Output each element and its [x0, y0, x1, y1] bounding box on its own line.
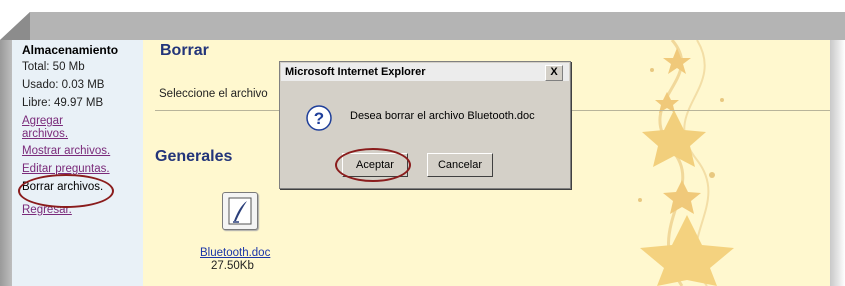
- show-files-link[interactable]: Mostrar archivos.: [22, 145, 110, 158]
- dialog-close-button[interactable]: X: [545, 65, 563, 81]
- svg-text:?: ?: [314, 109, 324, 128]
- dialog-titlebar: Microsoft Internet Explorer X: [281, 63, 569, 81]
- cancel-button[interactable]: Cancelar: [427, 153, 493, 177]
- dialog-message: Desea borrar el archivo Bluetooth.doc: [350, 110, 535, 122]
- section-title: Generales: [155, 148, 233, 165]
- storage-total: Total: 50 Mb: [22, 61, 85, 73]
- quill-icon: [228, 197, 252, 225]
- frame-top-bevel: [0, 12, 845, 40]
- page-title: Borrar: [160, 42, 209, 59]
- add-files-link-line1: Agregar: [22, 115, 63, 127]
- frame-right: [830, 40, 845, 286]
- file-size: 27.50Kb: [211, 260, 254, 272]
- add-files-link[interactable]: Agregar archivos.: [22, 115, 68, 141]
- question-icon: ?: [306, 105, 332, 131]
- dialog-title: Microsoft Internet Explorer: [285, 66, 426, 78]
- document-icon[interactable]: [222, 192, 258, 230]
- add-files-link-line2: archivos.: [22, 128, 69, 140]
- file-name-link[interactable]: Bluetooth.doc: [200, 247, 270, 259]
- stars-decoration: [638, 40, 734, 286]
- highlight-ellipse-delete: [18, 174, 114, 208]
- select-file-text: Seleccione el archivo: [159, 88, 268, 100]
- confirm-dialog: Microsoft Internet Explorer X ? Desea bo…: [279, 61, 571, 189]
- storage-title: Almacenamiento: [22, 43, 119, 57]
- highlight-ellipse-accept: [335, 148, 411, 182]
- storage-free: Libre: 49.97 MB: [22, 97, 104, 109]
- storage-used: Usado: 0.03 MB: [22, 79, 105, 91]
- sidebar: Almacenamiento Total: 50 Mb Usado: 0.03 …: [12, 40, 143, 286]
- frame-left: [0, 40, 12, 286]
